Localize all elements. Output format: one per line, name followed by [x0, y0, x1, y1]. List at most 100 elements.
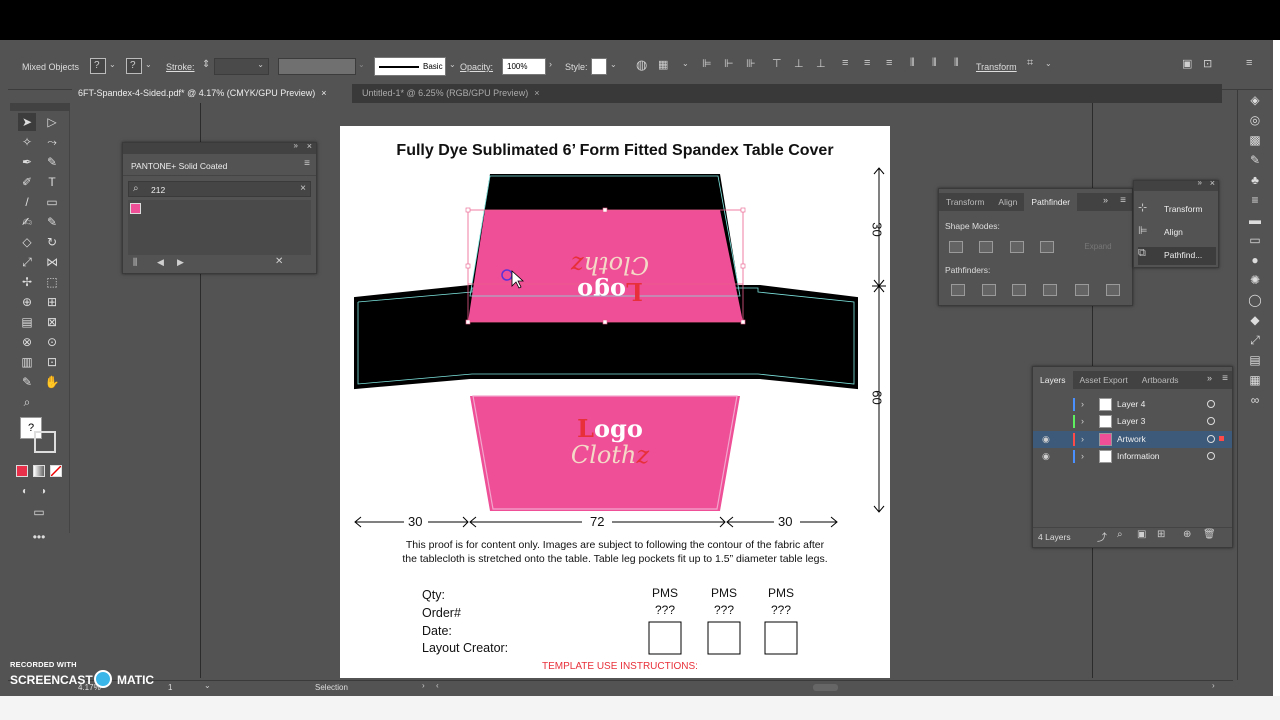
- tab-asset-export[interactable]: Asset Export: [1073, 371, 1135, 389]
- chevron-right-icon[interactable]: ›: [1081, 413, 1084, 430]
- selection-handle[interactable]: [740, 263, 746, 269]
- artboard-tool-icon[interactable]: ⊡: [43, 353, 61, 371]
- isolate-icon[interactable]: ▣: [1182, 57, 1192, 70]
- panel-menu-icon[interactable]: ≡: [1222, 373, 1228, 384]
- libraries-icon[interactable]: ◎: [1238, 110, 1272, 130]
- swatch-item[interactable]: [130, 203, 141, 214]
- close-icon[interactable]: ×: [534, 88, 539, 98]
- minus-front-button[interactable]: [979, 241, 993, 253]
- chevron-right-icon[interactable]: ›: [1081, 431, 1084, 448]
- align-right-icon[interactable]: ⊪: [746, 57, 756, 70]
- target-icon[interactable]: [1207, 435, 1215, 443]
- lasso-icon[interactable]: ⤳: [43, 133, 61, 151]
- curvature-tool-icon[interactable]: ✎: [43, 153, 61, 171]
- transform-link[interactable]: Transform: [976, 62, 1017, 72]
- clear-search-icon[interactable]: ×: [300, 183, 306, 194]
- align-center-icon[interactable]: ⊩: [724, 57, 734, 70]
- chevron-down-icon[interactable]: ⌄: [109, 60, 116, 69]
- chevron-down-icon[interactable]: ⌄: [204, 681, 211, 690]
- collapse-icon[interactable]: »: [1103, 195, 1108, 205]
- tab-spandex-document[interactable]: 6FT-Spandex-4-Sided.pdf* @ 4.17% (CMYK/G…: [72, 84, 352, 103]
- collapse-icon[interactable]: »: [1198, 178, 1202, 187]
- blend-tool-icon[interactable]: ⊗: [18, 333, 36, 351]
- graphic-style-swatch[interactable]: [591, 58, 607, 75]
- magic-wand-icon[interactable]: ✧: [18, 133, 36, 151]
- target-icon[interactable]: [1207, 452, 1215, 460]
- shape-builder-icon[interactable]: ⊕: [18, 293, 36, 311]
- chevron-right-icon[interactable]: ›: [422, 681, 425, 690]
- align-grid-icon[interactable]: ▦: [658, 58, 668, 71]
- stepper-icon[interactable]: ⇕: [202, 59, 210, 70]
- search-icon[interactable]: ⌕: [1117, 529, 1123, 540]
- export-icon[interactable]: ▤: [1238, 350, 1272, 370]
- swatches-icon[interactable]: ▩: [1238, 130, 1272, 150]
- column-graph-icon[interactable]: ▥: [18, 353, 36, 371]
- perspective-grid-icon[interactable]: ⊞: [43, 293, 61, 311]
- symbols-icon[interactable]: ♣: [1238, 170, 1272, 190]
- width-tool-icon[interactable]: ⋈: [43, 253, 61, 271]
- stroke-label[interactable]: Stroke:: [166, 62, 195, 72]
- stroke-swatch[interactable]: ?: [126, 58, 142, 74]
- layer-row[interactable]: › Layer 4: [1033, 396, 1232, 413]
- mesh-tool-icon[interactable]: ⊠: [43, 313, 61, 331]
- swatch-library-icon[interactable]: ⫼: [133, 257, 137, 268]
- divide-button[interactable]: [951, 284, 965, 296]
- selection-handle[interactable]: [465, 319, 471, 325]
- puppet-warp-icon[interactable]: ✢: [18, 273, 36, 291]
- close-icon[interactable]: ×: [307, 141, 312, 151]
- distribute-right-icon[interactable]: ⫴: [954, 57, 959, 70]
- scroll-left-icon[interactable]: ‹: [436, 681, 439, 690]
- chevron-down-icon[interactable]: ⌄: [610, 60, 617, 69]
- artboards-icon[interactable]: ⤢: [1238, 330, 1272, 350]
- rectangle-tool-icon[interactable]: ▭: [43, 193, 61, 211]
- links-icon[interactable]: ▦: [1238, 370, 1272, 390]
- eyedropper-icon[interactable]: ✎: [18, 373, 36, 391]
- layer-row[interactable]: › Layer 3: [1033, 413, 1232, 430]
- edit-icon[interactable]: ⊡: [1203, 57, 1212, 70]
- cc-icon[interactable]: ∞: [1238, 390, 1272, 410]
- brushes-icon[interactable]: ✎: [1238, 150, 1272, 170]
- trim-button[interactable]: [982, 284, 996, 296]
- chevron-down-icon[interactable]: ⌄: [358, 60, 365, 69]
- chevron-down-icon[interactable]: ⌄: [682, 59, 689, 68]
- dock-item-align[interactable]: ⊫ Align: [1138, 224, 1216, 242]
- merge-button[interactable]: [1012, 284, 1026, 296]
- chevron-down-icon[interactable]: ⌄: [1045, 59, 1052, 68]
- current-tool[interactable]: Selection: [315, 683, 348, 692]
- variable-width-profile[interactable]: [278, 58, 356, 75]
- type-tool-icon[interactable]: T: [43, 173, 61, 191]
- scale-tool-icon[interactable]: ⤢: [18, 253, 36, 271]
- distribute-center-icon[interactable]: ⫴: [932, 57, 937, 70]
- dock-item-pathfinder[interactable]: ⧉ Pathfind...: [1138, 247, 1216, 265]
- pen-tool-icon[interactable]: ✒: [18, 153, 36, 171]
- stroke-icon[interactable]: ▬: [1238, 210, 1272, 230]
- none-mode-icon[interactable]: [50, 465, 62, 477]
- color-mode-icon[interactable]: [16, 465, 28, 477]
- selected-art-indicator[interactable]: [1219, 436, 1224, 441]
- chevron-right-icon[interactable]: ›: [1081, 396, 1084, 413]
- new-layer-icon[interactable]: ⊕: [1183, 529, 1191, 540]
- panel-menu-icon[interactable]: ≡: [304, 158, 310, 169]
- previous-library-icon[interactable]: ◀: [157, 257, 164, 268]
- tab-artboards[interactable]: Artboards: [1135, 371, 1186, 389]
- menu-lines-icon[interactable]: ≡: [1238, 190, 1272, 210]
- unite-button[interactable]: [949, 241, 963, 253]
- tools-icon[interactable]: ✕: [275, 256, 283, 267]
- panel-drag-bar[interactable]: » ×: [123, 141, 316, 154]
- gradient-tool-icon[interactable]: ▤: [18, 313, 36, 331]
- selection-handle[interactable]: [740, 207, 746, 213]
- stroke-weight-field[interactable]: ⌄: [214, 58, 269, 75]
- clipping-mask-icon[interactable]: ▣: [1137, 529, 1146, 540]
- tab-transform[interactable]: Transform: [939, 193, 991, 211]
- free-transform-icon[interactable]: ⬚: [43, 273, 61, 291]
- panel-menu-icon[interactable]: ≡: [1246, 57, 1252, 69]
- new-sublayer-icon[interactable]: ⊞: [1157, 529, 1165, 540]
- align-bottom-icon[interactable]: ⊥: [816, 57, 826, 70]
- scroll-right-icon[interactable]: ›: [1212, 681, 1215, 690]
- outline-button[interactable]: [1075, 284, 1089, 296]
- paintbrush-icon[interactable]: ✍: [18, 213, 36, 231]
- direct-selection-tool-icon[interactable]: ▷: [43, 113, 61, 131]
- panel-drag-bar[interactable]: » ×: [1134, 178, 1218, 191]
- draw-mode-icon[interactable]: ◐: [16, 483, 34, 501]
- minus-back-button[interactable]: [1106, 284, 1120, 296]
